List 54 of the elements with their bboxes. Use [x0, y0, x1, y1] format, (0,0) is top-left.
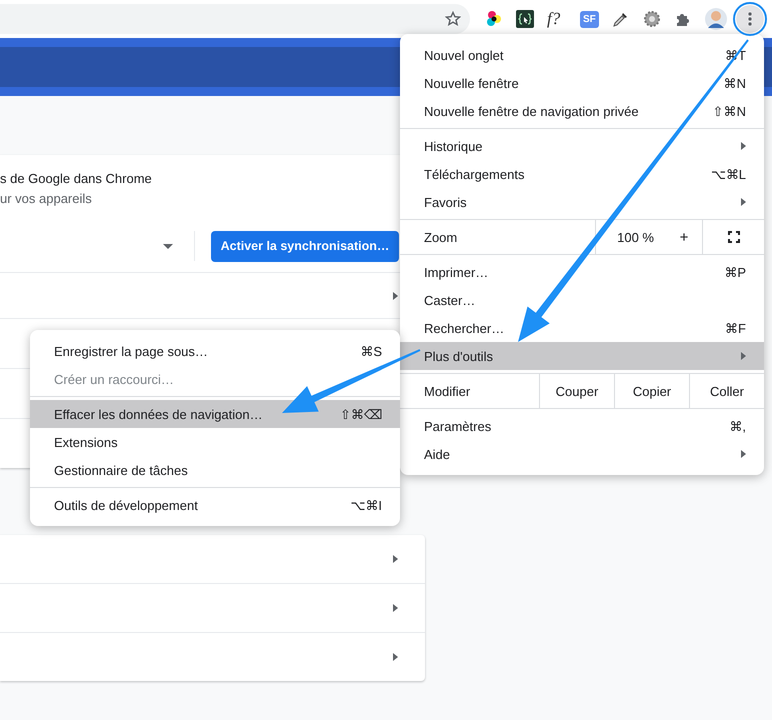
- shortcut-label: ⌘P: [724, 264, 746, 280]
- shortcut-label: ⇧⌘N: [712, 104, 746, 118]
- submenu-arrow-icon: [741, 142, 746, 150]
- row-arrow-icon[interactable]: [393, 604, 398, 612]
- gear-icon[interactable]: [642, 10, 661, 28]
- menu-item[interactable]: Outils de développement ⌥⌘I: [30, 491, 400, 519]
- shortcut-label: ⌘,: [729, 418, 746, 434]
- dropdown-caret-icon[interactable]: [163, 244, 173, 248]
- formula-extension-icon[interactable]: f?: [547, 9, 567, 29]
- shortcut-label: ⌘F: [725, 320, 746, 336]
- menu-button[interactable]: [736, 5, 764, 33]
- menu-item[interactable]: Extensions: [30, 428, 400, 456]
- menu-item[interactable]: Nouvelle fenêtre de navigation privée ⇧⌘N: [400, 97, 764, 125]
- menu-item[interactable]: Historique: [400, 132, 764, 160]
- avatar-icon[interactable]: [704, 8, 727, 30]
- fullscreen-icon: [728, 231, 740, 243]
- menu-item[interactable]: Rechercher… ⌘F: [400, 314, 764, 342]
- eyedropper-icon[interactable]: [612, 10, 630, 28]
- row-arrow-icon[interactable]: [393, 555, 398, 563]
- edit-label: Modifier: [423, 382, 472, 400]
- sync-button[interactable]: Activer la synchronisation…: [211, 230, 399, 262]
- menu-item[interactable]: Enregistrer la page sous… ⌘S: [30, 337, 400, 365]
- shortcut-label: ⌘N: [724, 76, 746, 90]
- code-icon[interactable]: [516, 10, 534, 28]
- submenu-arrow-icon: [741, 198, 746, 206]
- zoom-label: Zoom: [423, 228, 458, 246]
- row-arrow-icon[interactable]: [393, 292, 398, 300]
- menu-item[interactable]: Téléchargements ⌥⌘L: [400, 160, 764, 188]
- more-icon: [748, 12, 752, 26]
- sync-subtitle: ur vos appareils: [0, 191, 93, 206]
- sync-title: s de Google dans Chrome: [0, 171, 153, 186]
- menu-item[interactable]: Plus d'outils: [400, 342, 764, 370]
- zoom-in-button[interactable]: +: [666, 220, 702, 254]
- edit-button[interactable]: Coller: [689, 374, 764, 408]
- color-drops-icon[interactable]: [485, 10, 503, 28]
- shortcut-label: ⌘S: [360, 344, 382, 358]
- shortcut-label: ⌥⌘I: [350, 498, 382, 512]
- highlight-circle: [733, 2, 767, 36]
- menu-item[interactable]: Aide: [400, 440, 764, 468]
- shortcut-label: ⌥⌘L: [710, 166, 746, 182]
- row-arrow-icon[interactable]: [393, 653, 398, 661]
- menu-item[interactable]: Imprimer… ⌘P: [400, 258, 764, 286]
- menu-item[interactable]: Gestionnaire de tâches: [30, 456, 400, 484]
- submenu-arrow-icon: [741, 352, 746, 360]
- menu-item[interactable]: Nouvelle fenêtre ⌘N: [400, 69, 764, 97]
- edit-button[interactable]: Couper: [539, 374, 614, 408]
- submenu-arrow-icon: [741, 450, 746, 458]
- shortcut-label: ⇧⌘⌫: [340, 406, 382, 422]
- menu-item[interactable]: Caster…: [400, 286, 764, 314]
- menu-item[interactable]: Effacer les données de navigation… ⇧⌘⌫: [30, 400, 400, 428]
- menu-item[interactable]: Paramètres ⌘,: [400, 412, 764, 440]
- star-icon[interactable]: [445, 11, 461, 27]
- menu-item[interactable]: Favoris: [400, 188, 764, 216]
- edit-button[interactable]: Copier: [614, 374, 689, 408]
